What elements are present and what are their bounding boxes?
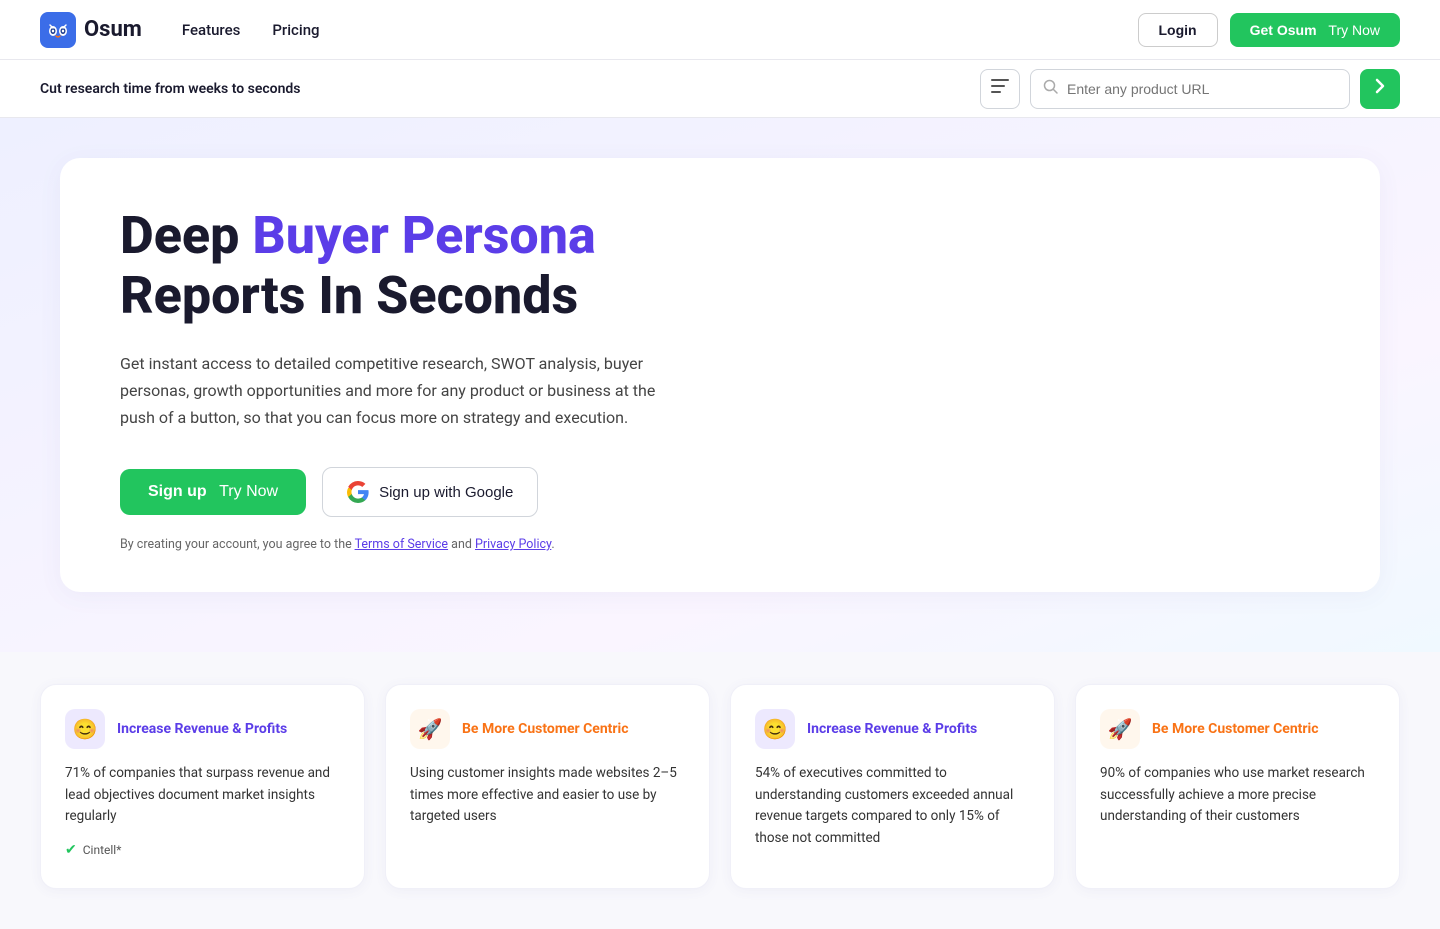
hero-buttons: Sign up Try Now Sign up with Google (120, 467, 1320, 517)
feature-card-header: 😊 Increase Revenue & Profits (755, 709, 1030, 749)
osum-logo-icon (40, 12, 76, 48)
get-osum-button[interactable]: Get Osum Try Now (1230, 13, 1400, 47)
google-signup-label: Sign up with Google (379, 484, 513, 501)
feature-body: 54% of executives committed to understan… (755, 763, 1030, 849)
feature-card: 😊 Increase Revenue & Profits 71% of comp… (40, 684, 365, 888)
feature-icon: 😊 (65, 709, 105, 749)
google-logo-icon (347, 481, 369, 503)
feature-card: 😊 Increase Revenue & Profits 54% of exec… (730, 684, 1055, 888)
terms-text: By creating your account, you agree to t… (120, 537, 1320, 552)
feature-icon: 😊 (755, 709, 795, 749)
feature-card-header: 🚀 Be More Customer Centric (1100, 709, 1375, 749)
check-icon: ✔ (65, 842, 77, 858)
filter-button[interactable] (980, 69, 1020, 109)
get-osum-trynow: Try Now (1328, 22, 1380, 38)
search-box (1030, 69, 1350, 109)
main-content: Deep Buyer Persona Reports In Seconds Ge… (0, 118, 1440, 652)
feature-title: Be More Customer Centric (1152, 721, 1319, 737)
terms-of-service-link[interactable]: Terms of Service (355, 537, 448, 552)
hero-card: Deep Buyer Persona Reports In Seconds Ge… (60, 158, 1380, 592)
feature-body: Using customer insights made websites 2–… (410, 763, 685, 828)
hero-title: Deep Buyer Persona Reports In Seconds (120, 206, 1320, 326)
feature-source: ✔ Cintell* (65, 842, 340, 858)
nav-link-pricing[interactable]: Pricing (272, 21, 319, 39)
signup-label: Sign up (148, 483, 207, 501)
hero-title-plain: Deep (120, 205, 252, 266)
feature-card-header: 🚀 Be More Customer Centric (410, 709, 685, 749)
signup-google-button[interactable]: Sign up with Google (322, 467, 538, 517)
nav-links: Features Pricing (182, 21, 1138, 39)
feature-title: Increase Revenue & Profits (117, 721, 287, 737)
search-icon (1043, 79, 1059, 99)
subbar-text: Cut research time from weeks to seconds (40, 81, 301, 97)
signup-trynow: Try Now (219, 483, 278, 501)
chevron-right-icon (1375, 78, 1385, 99)
feature-title: Be More Customer Centric (462, 721, 629, 737)
signup-now-button[interactable]: Sign up Try Now (120, 469, 306, 515)
hero-title-line2: Reports In Seconds (120, 265, 578, 326)
feature-card: 🚀 Be More Customer Centric 90% of compan… (1075, 684, 1400, 888)
navbar: Osum Features Pricing Login Get Osum Try… (0, 0, 1440, 60)
source-text: Cintell* (83, 843, 122, 857)
nav-actions: Login Get Osum Try Now (1138, 13, 1401, 47)
features-section: 😊 Increase Revenue & Profits 71% of comp… (0, 652, 1440, 928)
hero-title-highlight: Buyer Persona (252, 205, 595, 266)
features-grid: 😊 Increase Revenue & Profits 71% of comp… (40, 684, 1400, 888)
subbar: Cut research time from weeks to seconds (0, 60, 1440, 118)
feature-card: 🚀 Be More Customer Centric Using custome… (385, 684, 710, 888)
filter-icon (991, 79, 1009, 98)
feature-icon: 🚀 (1100, 709, 1140, 749)
logo[interactable]: Osum (40, 12, 142, 48)
feature-body: 71% of companies that surpass revenue an… (65, 763, 340, 828)
logo-text: Osum (84, 17, 142, 42)
hero-description: Get instant access to detailed competiti… (120, 350, 680, 432)
search-input[interactable] (1067, 81, 1337, 97)
get-osum-label: Get Osum (1250, 22, 1317, 38)
feature-body: 90% of companies who use market research… (1100, 763, 1375, 828)
search-area (980, 69, 1400, 109)
feature-icon: 🚀 (410, 709, 450, 749)
login-button[interactable]: Login (1138, 13, 1218, 47)
nav-link-features[interactable]: Features (182, 21, 240, 39)
search-go-button[interactable] (1360, 69, 1400, 109)
feature-card-header: 😊 Increase Revenue & Profits (65, 709, 340, 749)
privacy-policy-link[interactable]: Privacy Policy (475, 537, 551, 552)
feature-title: Increase Revenue & Profits (807, 721, 977, 737)
